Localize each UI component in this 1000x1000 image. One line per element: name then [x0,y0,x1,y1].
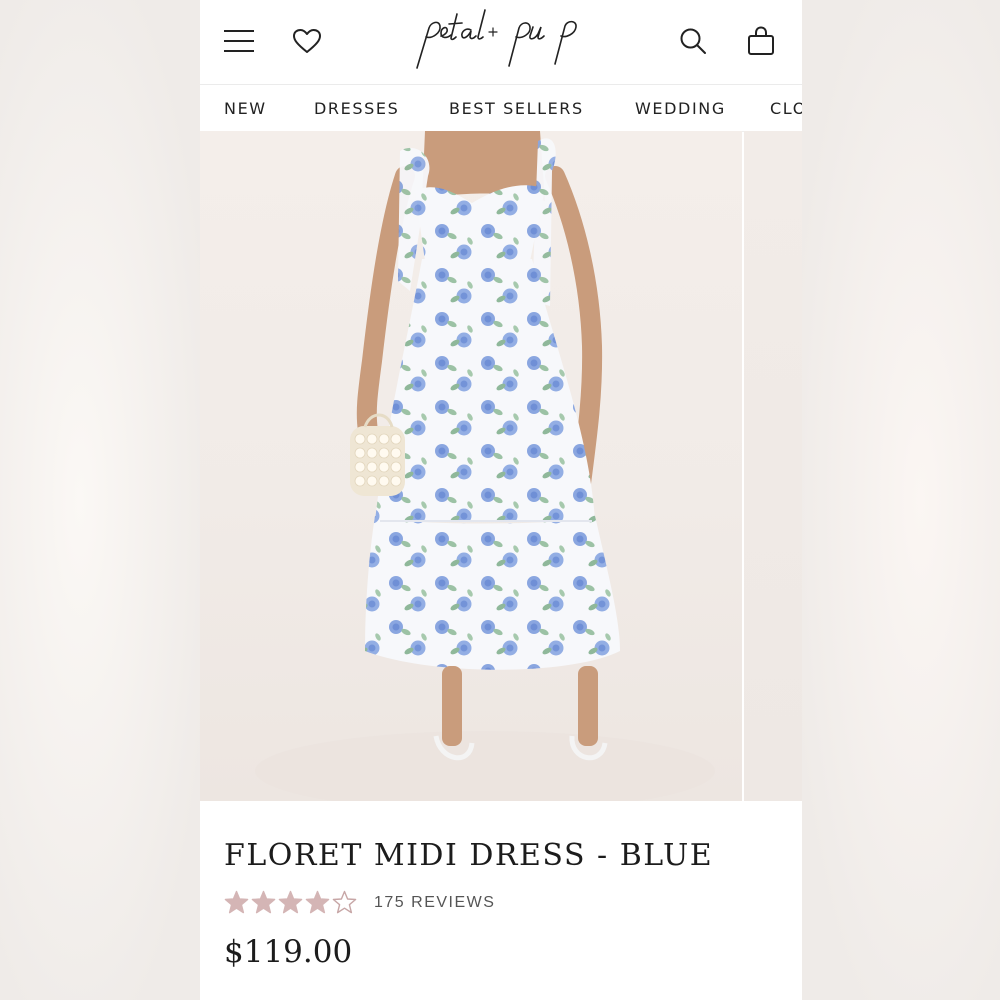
nav-item-new[interactable]: NEW [224,99,267,118]
site-header [200,0,802,85]
product-price: $119.00 [224,934,353,970]
star-rating[interactable] [224,890,357,915]
nav-item-best-sellers[interactable]: BEST SELLERS [449,99,584,118]
model-illustration [255,131,715,801]
heart-icon[interactable] [290,24,324,58]
nav-item-dresses[interactable]: DRESSES [314,99,399,118]
reviews-link[interactable]: 175 REVIEWS [374,894,495,912]
mobile-page: NEW DRESSES BEST SELLERS WEDDING CLO [200,0,802,1000]
next-image-peek[interactable] [744,131,802,801]
background-left [0,0,200,1000]
background-right [802,0,1000,1000]
product-title: FLORET MIDI DRESS - BLUE [224,838,714,873]
search-icon[interactable] [676,24,710,58]
product-image[interactable] [200,131,742,801]
star-filled-icon [224,890,249,914]
menu-icon[interactable] [222,24,256,58]
star-empty-icon [332,890,357,914]
nav-item-clothing[interactable]: CLO [770,99,802,118]
bag-icon[interactable] [744,23,778,59]
star-filled-icon [305,890,330,914]
brand-logo[interactable] [400,6,610,74]
nav-item-wedding[interactable]: WEDDING [635,99,726,118]
star-filled-icon [251,890,276,914]
category-nav: NEW DRESSES BEST SELLERS WEDDING CLO [200,85,802,132]
star-filled-icon [278,890,303,914]
